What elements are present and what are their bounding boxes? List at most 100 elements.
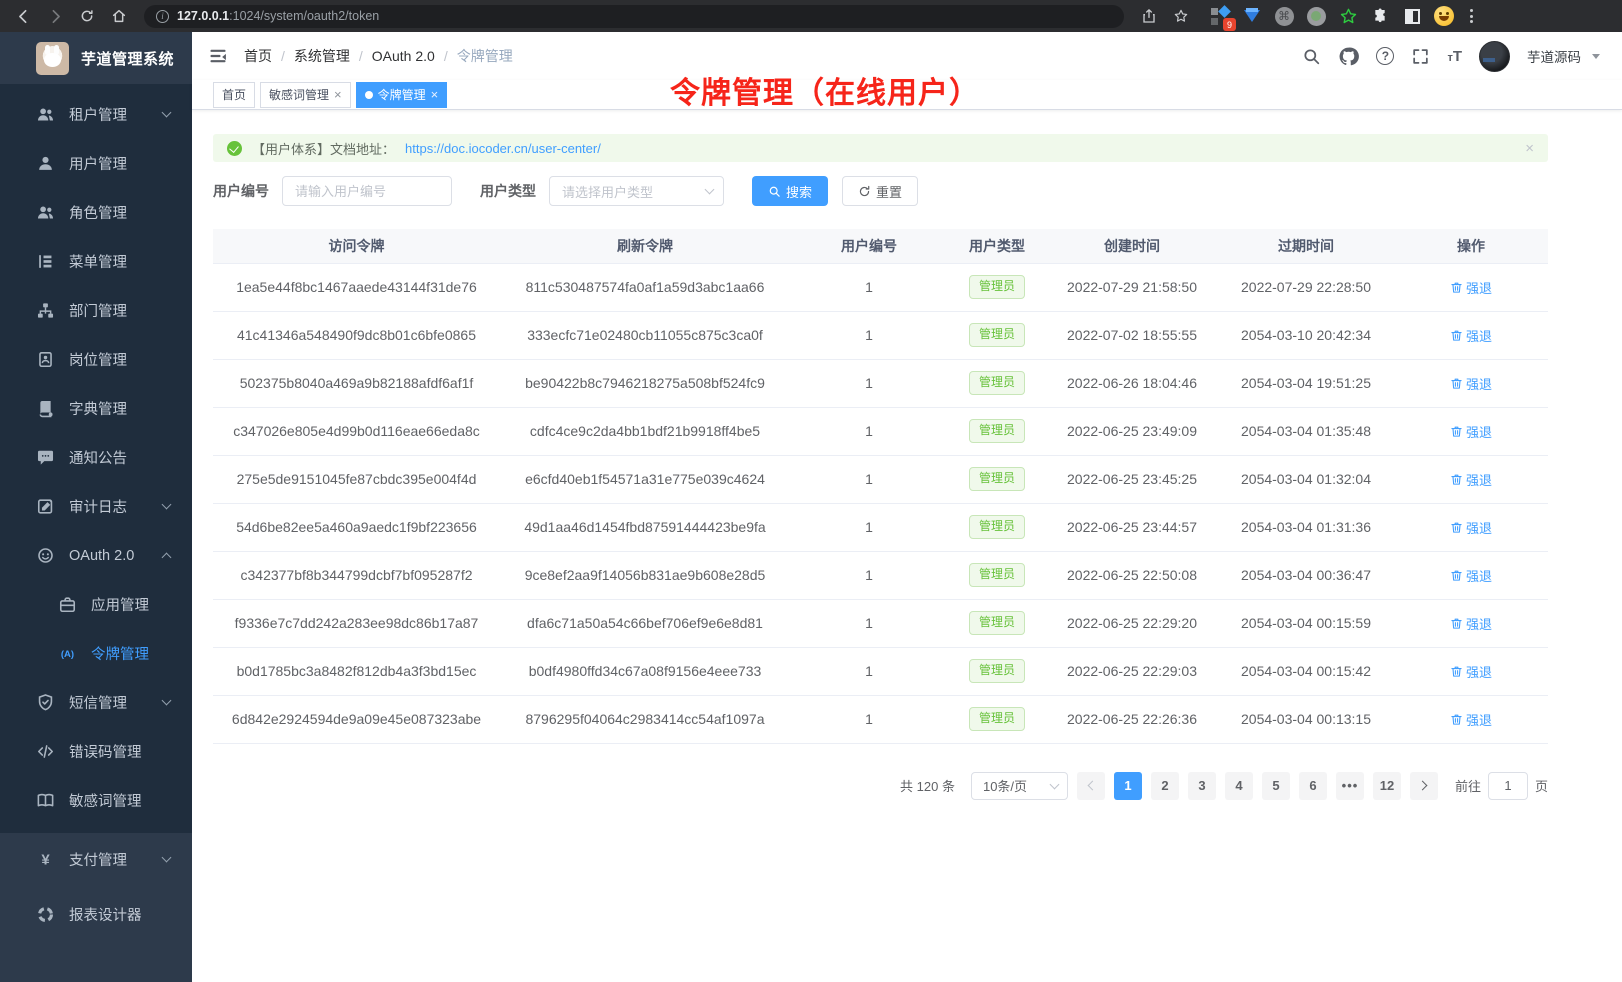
chevron-down-icon bbox=[162, 500, 172, 510]
home-button[interactable] bbox=[106, 3, 132, 29]
sidebar-item-post[interactable]: 岗位管理 bbox=[0, 335, 192, 384]
sidebar-item-oauth2[interactable]: OAuth 2.0 bbox=[0, 531, 192, 580]
chevron-down-icon bbox=[162, 853, 172, 863]
fullscreen-icon[interactable] bbox=[1411, 47, 1430, 66]
table-row: 502375b8040a469a9b82188afdf6af1fbe90422b… bbox=[213, 359, 1548, 407]
tab-sensitive-word[interactable]: 敏感词管理× bbox=[260, 82, 351, 108]
more-pages-button[interactable]: ••• bbox=[1336, 772, 1364, 800]
close-icon[interactable]: × bbox=[334, 88, 342, 101]
force-logout-button[interactable]: 强退 bbox=[1450, 614, 1492, 633]
user-avatar[interactable] bbox=[1479, 41, 1510, 72]
reload-button[interactable] bbox=[74, 3, 100, 29]
bookmark-star-button[interactable] bbox=[1168, 3, 1194, 29]
user-menu-caret-icon[interactable] bbox=[1592, 54, 1600, 59]
font-size-icon[interactable]: тT bbox=[1447, 48, 1462, 65]
search-icon[interactable] bbox=[1302, 47, 1321, 66]
goto-page-input[interactable] bbox=[1488, 772, 1528, 800]
chevron-up-icon bbox=[162, 553, 172, 563]
page-button-2[interactable]: 2 bbox=[1151, 772, 1179, 800]
sidebar-item-pay[interactable]: 支付管理 bbox=[0, 835, 192, 884]
sidebar-item-oauth2-token[interactable]: 令牌管理 bbox=[0, 629, 192, 678]
page-size-select[interactable]: 10条/页 bbox=[971, 772, 1068, 800]
extension-icon-grid[interactable]: 9 bbox=[1210, 6, 1230, 26]
reset-button[interactable]: 重置 bbox=[842, 176, 918, 206]
username[interactable]: 芋道源码 bbox=[1527, 46, 1581, 66]
profile-avatar-emoji[interactable] bbox=[1434, 6, 1454, 26]
page-button-4[interactable]: 4 bbox=[1225, 772, 1253, 800]
sidebar-item-dict[interactable]: 字典管理 bbox=[0, 384, 192, 433]
github-icon[interactable] bbox=[1338, 46, 1359, 67]
force-logout-button[interactable]: 强退 bbox=[1450, 662, 1492, 681]
prev-page-button[interactable] bbox=[1077, 772, 1105, 800]
search-button[interactable]: 搜索 bbox=[752, 176, 828, 206]
back-button[interactable] bbox=[10, 3, 36, 29]
chevron-down-icon bbox=[162, 108, 172, 118]
user-id-label: 用户编号 bbox=[213, 181, 269, 201]
search-form: 用户编号 用户类型 请选择用户类型 搜索 重置 bbox=[213, 176, 1548, 206]
sidebar-item-menu[interactable]: 菜单管理 bbox=[0, 237, 192, 286]
force-logout-button[interactable]: 强退 bbox=[1450, 566, 1492, 585]
force-logout-button[interactable]: 强退 bbox=[1450, 470, 1492, 489]
user-id-field[interactable] bbox=[282, 176, 452, 206]
extension-record-icon[interactable] bbox=[1306, 6, 1326, 26]
breadcrumb-home[interactable]: 首页 bbox=[244, 46, 272, 66]
force-logout-button[interactable]: 强退 bbox=[1450, 326, 1492, 345]
app-logo-row[interactable]: 芋道管理系统 bbox=[0, 32, 192, 84]
force-logout-button[interactable]: 强退 bbox=[1450, 278, 1492, 297]
sidebar-item-dept[interactable]: 部门管理 bbox=[0, 286, 192, 335]
page-button-12[interactable]: 12 bbox=[1373, 772, 1401, 800]
pagination-total: 共 120 条 bbox=[900, 776, 955, 795]
col-created: 创建时间 bbox=[1046, 229, 1218, 263]
share-button[interactable] bbox=[1136, 3, 1162, 29]
force-logout-button[interactable]: 强退 bbox=[1450, 422, 1492, 441]
force-logout-button[interactable]: 强退 bbox=[1450, 374, 1492, 393]
sidebar-item-tenant[interactable]: 租户管理 bbox=[0, 90, 192, 139]
alert-close-icon[interactable]: × bbox=[1525, 140, 1534, 157]
page-button-5[interactable]: 5 bbox=[1262, 772, 1290, 800]
chevron-down-icon bbox=[1050, 779, 1060, 789]
url-path: :1024/system/oauth2/token bbox=[229, 9, 379, 23]
sidebar-item-audit-log[interactable]: 审计日志 bbox=[0, 482, 192, 531]
user-type-tag: 管理员 bbox=[969, 563, 1025, 587]
tab-token[interactable]: 令牌管理× bbox=[356, 82, 448, 108]
page-button-3[interactable]: 3 bbox=[1188, 772, 1216, 800]
extension-command-icon[interactable]: ⌘ bbox=[1274, 6, 1294, 26]
alert-doc-link[interactable]: https://doc.iocoder.cn/user-center/ bbox=[405, 141, 601, 156]
extension-badge: 9 bbox=[1223, 18, 1236, 31]
sidebar-item-sensitive-word[interactable]: 敏感词管理 bbox=[0, 776, 192, 825]
user-type-select[interactable]: 请选择用户类型 bbox=[549, 176, 724, 206]
page-button-1[interactable]: 1 bbox=[1114, 772, 1142, 800]
sidebar-item-error-code[interactable]: 错误码管理 bbox=[0, 727, 192, 776]
breadcrumb-oauth2[interactable]: OAuth 2.0 bbox=[372, 48, 435, 64]
extensions-cluster: 9 ⌘ bbox=[1210, 6, 1454, 26]
success-check-icon bbox=[227, 141, 242, 156]
extension-green-star-icon[interactable] bbox=[1338, 6, 1358, 26]
help-icon[interactable]: ? bbox=[1376, 47, 1394, 65]
sidebar-item-oauth2-app[interactable]: 应用管理 bbox=[0, 580, 192, 629]
sidebar-item-notice[interactable]: 通知公告 bbox=[0, 433, 192, 482]
sidebar-toggle-icon[interactable] bbox=[208, 46, 228, 66]
page-button-6[interactable]: 6 bbox=[1299, 772, 1327, 800]
sidebar-item-user[interactable]: 用户管理 bbox=[0, 139, 192, 188]
browser-menu-button[interactable] bbox=[1464, 9, 1479, 23]
extension-puzzle-icon[interactable] bbox=[1370, 6, 1390, 26]
sidebar-item-sms[interactable]: 短信管理 bbox=[0, 678, 192, 727]
next-page-button[interactable] bbox=[1410, 772, 1438, 800]
extension-gem-icon[interactable] bbox=[1242, 6, 1262, 26]
pagination: 共 120 条 10条/页 1 2 3 4 5 6 ••• 12 前往 页 bbox=[213, 772, 1548, 800]
breadcrumb-system[interactable]: 系统管理 bbox=[294, 46, 350, 66]
force-logout-button[interactable]: 强退 bbox=[1450, 518, 1492, 537]
address-bar[interactable]: i 127.0.0.1:1024/system/oauth2/token bbox=[144, 5, 1124, 28]
force-logout-button[interactable]: 强退 bbox=[1450, 710, 1492, 729]
sidebar-item-report-designer[interactable]: 报表设计器 bbox=[0, 890, 192, 939]
site-info-icon[interactable]: i bbox=[156, 10, 169, 23]
tab-home[interactable]: 首页 bbox=[213, 82, 255, 108]
sidebar-item-role[interactable]: 角色管理 bbox=[0, 188, 192, 237]
user-id-input[interactable] bbox=[295, 184, 439, 199]
chevron-down-icon bbox=[162, 696, 172, 706]
table-row: 275e5de9151045fe87cbdc395e004f4de6cfd40e… bbox=[213, 455, 1548, 503]
table-header-row: 访问令牌 刷新令牌 用户编号 用户类型 创建时间 过期时间 操作 bbox=[213, 229, 1548, 263]
close-icon[interactable]: × bbox=[431, 88, 439, 101]
forward-button[interactable] bbox=[42, 3, 68, 29]
extension-sidebar-icon[interactable] bbox=[1402, 6, 1422, 26]
